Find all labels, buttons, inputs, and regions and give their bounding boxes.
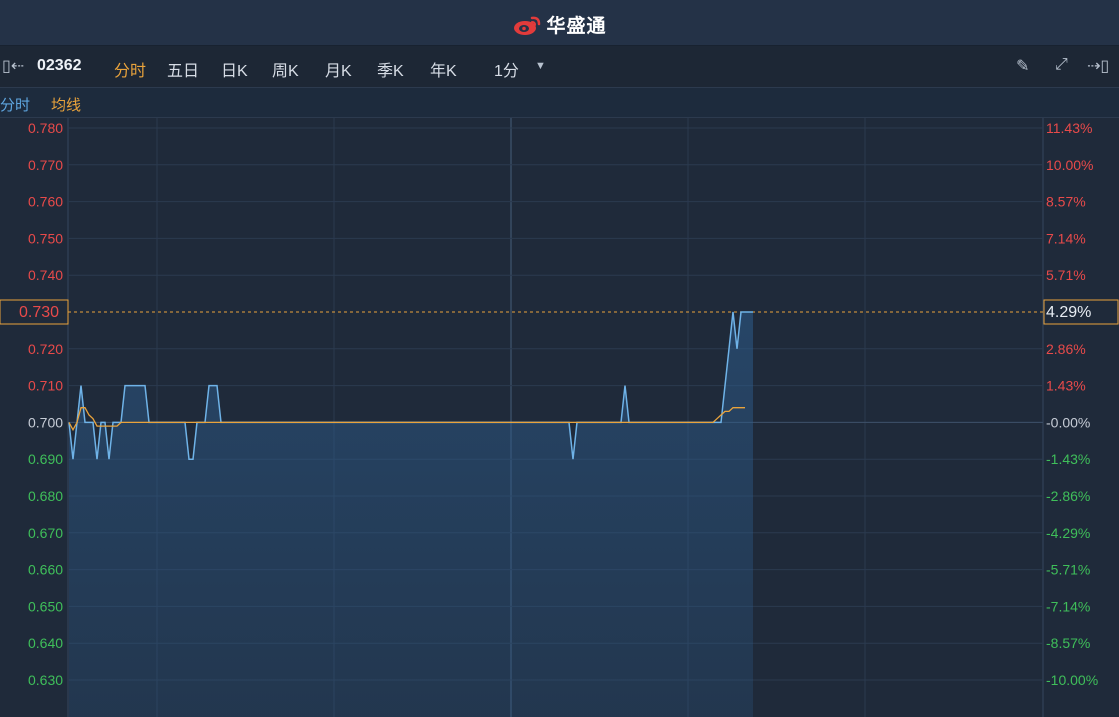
pencil-icon[interactable]: ✎ (1016, 56, 1029, 76)
y-tick-label-right: -10.00% (1046, 672, 1098, 688)
y-tick-label-left: 0.690 (28, 451, 63, 467)
y-tick-label-right: 2.86% (1046, 341, 1086, 357)
brand-logo: 华盛通 (0, 11, 1119, 38)
y-tick-label-left: 0.720 (28, 341, 63, 357)
y-tick-label-right: 10.00% (1046, 157, 1093, 173)
legend-bar: 分时 均线 (0, 88, 1119, 118)
y-tick-label-left: 0.750 (28, 230, 63, 246)
app-header: 华盛通 (0, 0, 1119, 46)
interval-select[interactable]: 1分 (494, 57, 519, 81)
chart-toolbar: ▯⇠ 02362 分时 五日 日K 周K 月K 季K 年K 1分 ▼ ✎ ⤢ ⇢… (0, 46, 1119, 88)
y-tick-label-left: 0.630 (28, 672, 63, 688)
collapse-left-icon[interactable]: ▯⇠ (2, 56, 24, 76)
price-area-fill (69, 312, 753, 717)
y-tick-label-right: 1.43% (1046, 378, 1086, 394)
tab-daily-k[interactable]: 日K (221, 57, 248, 81)
y-tick-label-right: -2.86% (1046, 488, 1090, 504)
y-tick-label-right: -8.57% (1046, 635, 1090, 651)
y-tick-label-right: 5.71% (1046, 267, 1086, 283)
y-tick-label-left: 0.670 (28, 525, 63, 541)
y-tick-label-left: 0.730 (19, 304, 59, 321)
y-tick-label-right: -0.00% (1046, 414, 1090, 430)
y-tick-label-right: 11.43% (1046, 120, 1092, 136)
y-tick-label-left: 0.710 (28, 378, 63, 394)
y-tick-label-right: -5.71% (1046, 562, 1090, 578)
stock-code: 02362 (37, 57, 82, 74)
y-tick-label-left: 0.640 (28, 635, 63, 651)
y-tick-label-right: 7.14% (1046, 230, 1086, 246)
y-tick-label-left: 0.780 (28, 120, 63, 136)
weibo-logo-icon (514, 16, 541, 35)
y-tick-label-left: 0.760 (28, 194, 63, 210)
tab-monthly-k[interactable]: 月K (325, 57, 352, 81)
y-tick-label-right: 4.29% (1046, 304, 1091, 321)
tab-five-day[interactable]: 五日 (167, 57, 199, 81)
tab-intraday[interactable]: 分时 (114, 57, 146, 81)
y-tick-label-left: 0.700 (28, 414, 63, 430)
legend-price: 分时 (0, 97, 31, 114)
y-tick-label-left: 0.680 (28, 488, 63, 504)
y-tick-label-left: 0.740 (28, 267, 63, 283)
y-tick-label-left: 0.660 (28, 562, 63, 578)
expand-icon[interactable]: ⤢ (1055, 56, 1068, 74)
collapse-right-icon[interactable]: ⇢▯ (1087, 56, 1109, 76)
y-tick-label-right: 8.57% (1046, 194, 1086, 210)
tab-weekly-k[interactable]: 周K (272, 57, 299, 81)
intraday-chart: 0.780 11.43% 0.770 10.00% 0.760 8.57% 0.750 7.1… (0, 118, 1119, 717)
y-tick-label-left: 0.770 (28, 157, 63, 173)
y-tick-label-right: -7.14% (1046, 598, 1090, 614)
y-tick-label-right: -4.29% (1046, 525, 1090, 541)
brand-name: 华盛通 (546, 16, 607, 37)
tab-quarterly-k[interactable]: 季K (377, 57, 404, 81)
y-tick-label-left: 0.650 (28, 598, 63, 614)
y-tick-label-right: -1.43% (1046, 451, 1090, 467)
tab-yearly-k[interactable]: 年K (430, 57, 457, 81)
legend-average: 均线 (51, 97, 82, 114)
chevron-down-icon[interactable]: ▼ (535, 60, 546, 72)
